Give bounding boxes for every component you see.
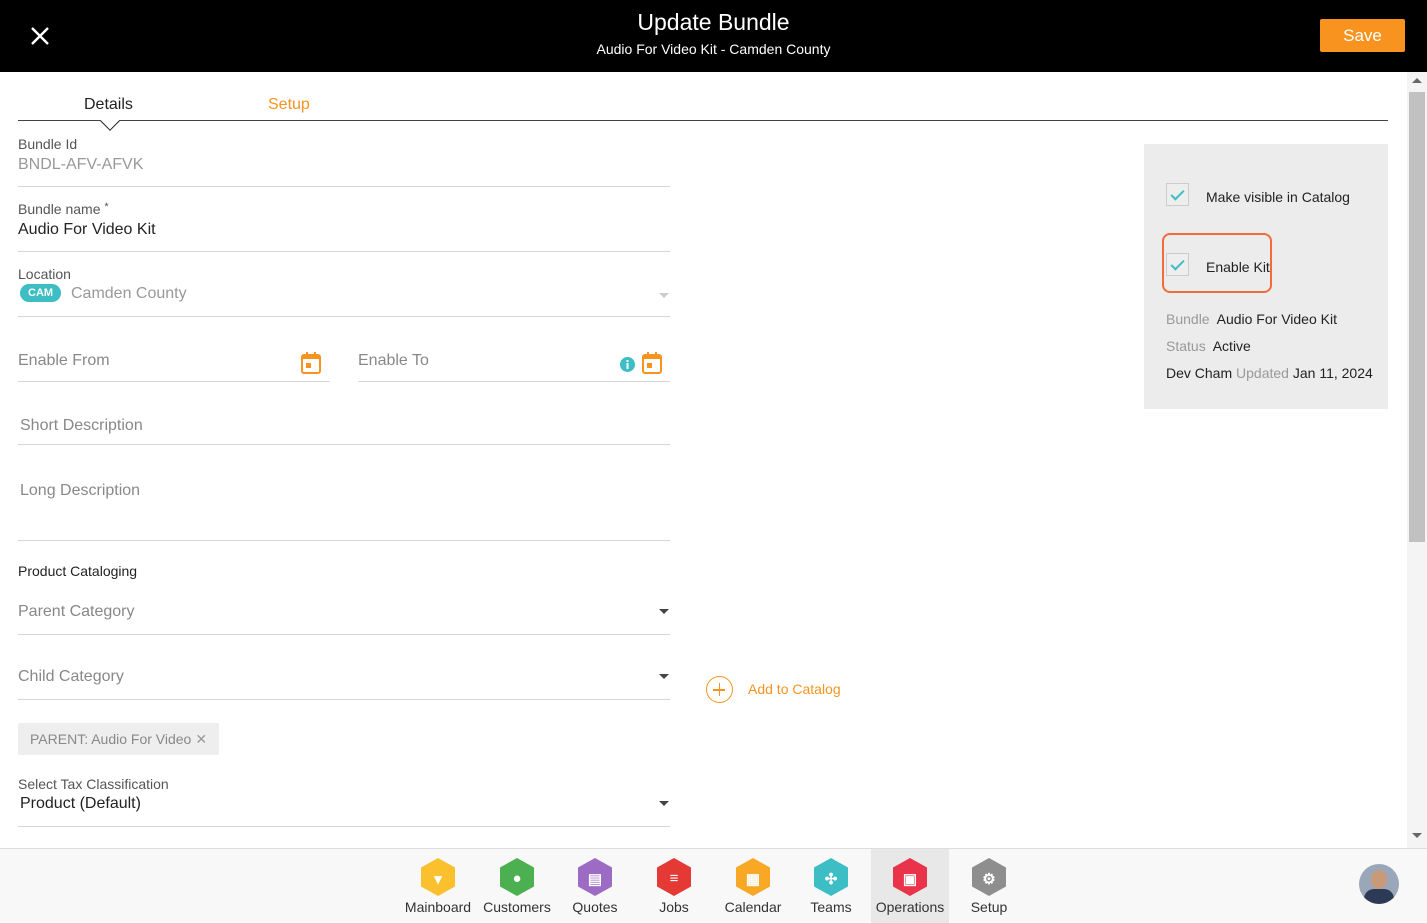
page-subtitle: Audio For Video Kit - Camden County: [596, 41, 831, 57]
tax-classification-select[interactable]: Product (Default): [20, 795, 141, 813]
child-category-field[interactable]: Child Category: [18, 660, 670, 700]
make-visible-label[interactable]: Make visible in Catalog: [1206, 189, 1350, 205]
calendar-icon[interactable]: [642, 352, 662, 374]
scroll-down-arrow[interactable]: [1412, 833, 1422, 838]
short-description-input[interactable]: Short Description: [20, 417, 143, 435]
setup-icon: ⚙: [972, 858, 1006, 896]
enable-to-field[interactable]: Enable To: [358, 340, 670, 382]
top-bar: Update Bundle Audio For Video Kit - Camd…: [0, 0, 1427, 72]
nav-customers[interactable]: ● Customers: [478, 849, 556, 923]
active-tab-indicator: [100, 111, 120, 131]
location-badge: CAM: [20, 284, 62, 302]
info-icon[interactable]: [620, 357, 635, 372]
long-description-input[interactable]: Long Description: [20, 482, 140, 500]
nav-calendar[interactable]: ▦ Calendar: [714, 849, 792, 923]
save-button[interactable]: Save: [1320, 19, 1405, 52]
updated-info: Dev Cham Updated Jan 11, 2024: [1166, 365, 1373, 381]
teams-icon: ✣: [814, 858, 848, 896]
catalog-chip-label: PARENT: Audio For Video: [30, 731, 192, 747]
tax-classification-label: Select Tax Classification: [18, 776, 169, 792]
product-cataloging-heading: Product Cataloging: [18, 563, 138, 579]
scrollbar[interactable]: [1407, 72, 1427, 848]
bundle-id-field: Bundle Id BNDL-AFV-AFVK: [18, 134, 670, 187]
bundle-info: Bundle Audio For Video Kit: [1166, 311, 1337, 327]
status-info: Status Active: [1166, 338, 1251, 354]
parent-category-select[interactable]: Parent Category: [18, 603, 135, 621]
nav-jobs[interactable]: ≡ Jobs: [635, 849, 713, 923]
avatar[interactable]: [1359, 864, 1399, 904]
calendar-icon[interactable]: [301, 352, 321, 374]
remove-chip-icon[interactable]: ✕: [195, 731, 207, 747]
chevron-down-icon[interactable]: [659, 674, 669, 679]
location-field[interactable]: Location CAM Camden County: [18, 264, 670, 317]
nav-teams[interactable]: ✣ Teams: [792, 849, 870, 923]
bundle-id-label: Bundle Id: [18, 136, 78, 152]
customers-icon: ●: [500, 858, 534, 896]
nav-mainboard[interactable]: ▾ Mainboard: [399, 849, 477, 923]
bundle-name-field[interactable]: Bundle name * Audio For Video Kit: [18, 199, 670, 252]
mainboard-icon: ▾: [421, 858, 455, 896]
nav-operations[interactable]: ▣ Operations: [871, 849, 949, 923]
make-visible-checkbox[interactable]: [1166, 183, 1189, 206]
chevron-down-icon[interactable]: [659, 801, 669, 806]
enable-from-input[interactable]: Enable From: [18, 352, 110, 370]
location-value[interactable]: Camden County: [71, 285, 187, 303]
bundle-status-panel: Make visible in Catalog Enable Kit Bundl…: [1144, 144, 1388, 409]
nav-setup[interactable]: ⚙ Setup: [950, 849, 1028, 923]
bottom-nav: ▾ Mainboard ● Customers ▤ Quotes ≡ Jobs …: [0, 848, 1427, 923]
enable-kit-checkbox[interactable]: [1166, 253, 1189, 276]
quotes-icon: ▤: [578, 858, 612, 896]
enable-to-input[interactable]: Enable To: [358, 352, 429, 370]
parent-category-field[interactable]: Parent Category: [18, 595, 670, 635]
chevron-down-icon[interactable]: [659, 609, 669, 614]
long-description-field[interactable]: Long Description: [18, 470, 670, 541]
short-description-field[interactable]: Short Description: [18, 405, 670, 445]
add-circle-icon[interactable]: [706, 676, 733, 703]
enable-from-field[interactable]: Enable From: [18, 340, 330, 382]
tax-classification-field[interactable]: Select Tax Classification Product (Defau…: [18, 774, 670, 827]
bundle-name-label: Bundle name *: [18, 201, 109, 217]
bundle-id-value: BNDL-AFV-AFVK: [18, 156, 144, 173]
nav-quotes[interactable]: ▤ Quotes: [556, 849, 634, 923]
child-category-select[interactable]: Child Category: [18, 668, 124, 686]
jobs-icon: ≡: [657, 858, 691, 896]
scrollbar-thumb[interactable]: [1409, 92, 1425, 542]
catalog-chip: PARENT: Audio For Video ✕: [18, 723, 220, 755]
add-to-catalog-label[interactable]: Add to Catalog: [748, 681, 841, 697]
chevron-down-icon[interactable]: [659, 293, 669, 298]
scroll-up-arrow[interactable]: [1412, 78, 1422, 83]
page-title: Update Bundle: [637, 9, 790, 35]
calendar-icon: ▦: [736, 858, 770, 896]
enable-kit-label[interactable]: Enable Kit: [1206, 259, 1270, 275]
operations-icon: ▣: [893, 858, 927, 896]
tab-bar: Details Setup: [18, 88, 1388, 131]
tab-setup[interactable]: Setup: [268, 96, 310, 114]
bundle-name-input[interactable]: Audio For Video Kit: [18, 221, 156, 239]
